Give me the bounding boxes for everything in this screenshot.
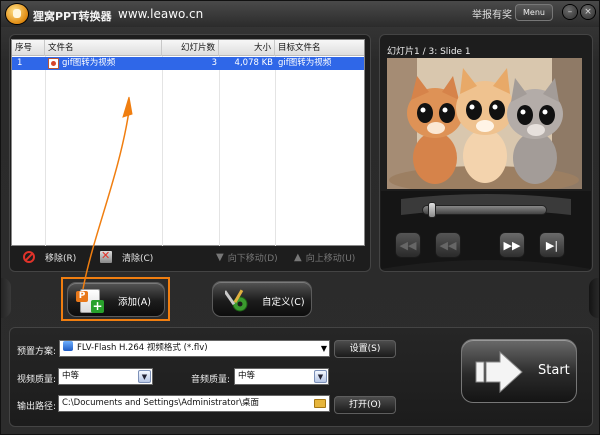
- arrow-down-icon: ▼: [216, 251, 224, 263]
- remove-button[interactable]: 移除(R): [23, 250, 76, 264]
- row-slides: 3: [211, 58, 217, 68]
- left-rail: [1, 278, 11, 318]
- chevron-down-icon: ▼: [138, 370, 151, 383]
- column-header-slides[interactable]: 幻灯片数: [162, 40, 219, 56]
- move-down-button[interactable]: ▼ 向下移动(D): [216, 250, 278, 264]
- app-logo-icon: [6, 4, 28, 24]
- chevron-down-icon: ▼: [314, 370, 327, 383]
- video-quality-value: 中等: [62, 371, 80, 381]
- remove-icon: [23, 251, 35, 263]
- column-header-target[interactable]: 目标文件名: [275, 40, 364, 56]
- forward-icon: ▶▶: [503, 238, 521, 252]
- customize-label: 自定义(C): [262, 297, 305, 308]
- output-path-label: 输出路径:: [17, 402, 57, 412]
- preset-label: 预置方案:: [17, 347, 57, 357]
- app-url[interactable]: www.leawo.cn: [118, 7, 203, 21]
- add-button[interactable]: 添加(A): [67, 282, 165, 317]
- move-down-label: 向下移动(D): [227, 253, 278, 264]
- minimize-button[interactable]: –: [563, 5, 577, 19]
- table-row[interactable]: 1 gif图转为视频 3 4,078 KB gif图转为视频: [12, 57, 364, 70]
- row-size: 4,078 KB: [234, 58, 273, 68]
- forward-button[interactable]: ▶▶: [499, 232, 525, 258]
- slide-label: 幻灯片1 / 3: Slide 1: [387, 47, 471, 57]
- row-target: gif图转为视频: [278, 58, 332, 68]
- column-header-index[interactable]: 序号: [12, 40, 45, 56]
- preset-value: FLV-Flash H.264 视频格式 (*.flv): [77, 343, 208, 353]
- arrow-up-icon: ▲: [294, 251, 302, 263]
- app-title: 狸窝PPT转换器: [33, 10, 112, 23]
- preview-image: [387, 58, 582, 189]
- audio-quality-value: 中等: [238, 371, 256, 381]
- column-divider: [219, 56, 220, 246]
- previous-icon: ◀◀: [399, 238, 417, 252]
- settings-button[interactable]: 设置(S): [334, 340, 396, 358]
- ppt-file-icon: [48, 58, 59, 69]
- kittens-illustration: [387, 58, 582, 189]
- audio-quality-select[interactable]: 中等 ▼: [234, 368, 329, 385]
- row-index: 1: [17, 58, 23, 68]
- rewind-button[interactable]: ◀◀: [435, 232, 461, 258]
- rewind-icon: ◀◀: [439, 238, 457, 252]
- add-label: 添加(A): [118, 297, 151, 308]
- video-quality-label: 视频质量:: [17, 375, 57, 385]
- flv-icon: [63, 341, 73, 351]
- menu-button[interactable]: Menu: [515, 4, 553, 21]
- seek-bar[interactable]: [422, 205, 547, 215]
- remove-label: 移除(R): [45, 253, 77, 264]
- start-label: Start: [538, 363, 570, 378]
- clear-icon: [100, 249, 112, 263]
- title-bar: 狸窝PPT转换器 www.leawo.cn 举报有奖 Menu – ×: [1, 1, 599, 27]
- column-header-size[interactable]: 大小: [219, 40, 275, 56]
- list-header: 序号 文件名 幻灯片数 大小 目标文件名: [12, 40, 364, 56]
- move-up-button[interactable]: ▲ 向上移动(U): [294, 250, 355, 264]
- row-filename: gif图转为视频: [62, 58, 116, 68]
- start-button[interactable]: Start: [461, 339, 577, 403]
- chevron-down-icon: ▼: [320, 344, 327, 353]
- output-path-input[interactable]: C:\Documents and Settings\Administrator\…: [58, 395, 330, 412]
- file-list-table[interactable]: 序号 文件名 幻灯片数 大小 目标文件名 1 gif图转为视频 3 4,078 …: [11, 39, 365, 246]
- app-window: 狸窝PPT转换器 www.leawo.cn 举报有奖 Menu – × 序号 文…: [0, 0, 600, 435]
- menu-button-label: Menu: [523, 8, 545, 17]
- clear-label: 清除(C): [122, 253, 154, 264]
- next-slide-button[interactable]: ▶|: [539, 232, 565, 258]
- move-up-label: 向上移动(U): [305, 253, 356, 264]
- next-icon: ▶|: [545, 238, 559, 252]
- preset-select[interactable]: FLV-Flash H.264 视频格式 (*.flv) ▼: [59, 340, 330, 357]
- column-divider: [275, 56, 276, 246]
- add-document-icon: [76, 289, 104, 313]
- right-rail: [589, 278, 599, 318]
- output-path-value: C:\Documents and Settings\Administrator\…: [62, 398, 260, 408]
- report-link[interactable]: 举报有奖: [472, 6, 512, 21]
- open-folder-button[interactable]: 打开(O): [334, 396, 396, 414]
- column-divider: [162, 56, 163, 246]
- column-header-filename[interactable]: 文件名: [45, 40, 162, 56]
- tools-icon: [225, 289, 248, 312]
- close-button[interactable]: ×: [581, 5, 595, 19]
- previous-slide-button[interactable]: ◀◀: [395, 232, 421, 258]
- audio-quality-label: 音频质量:: [191, 375, 231, 385]
- column-divider: [45, 56, 46, 246]
- start-arrow-icon: [475, 350, 523, 394]
- player-controls-background: [381, 191, 591, 269]
- seek-thumb[interactable]: [428, 202, 437, 218]
- customize-button[interactable]: 自定义(C): [212, 281, 312, 317]
- clear-button[interactable]: 清除(C): [100, 249, 154, 264]
- folder-icon[interactable]: [314, 399, 326, 408]
- video-quality-select[interactable]: 中等 ▼: [58, 368, 153, 385]
